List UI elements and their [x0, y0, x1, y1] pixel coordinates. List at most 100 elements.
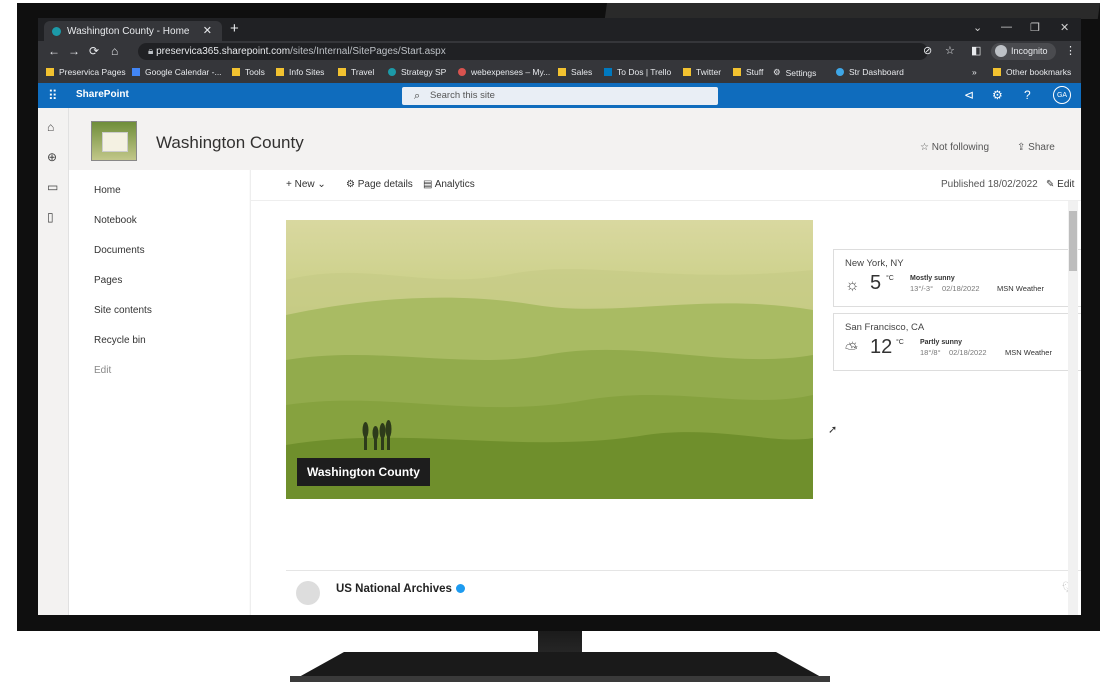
incognito-badge[interactable]: Incognito	[991, 43, 1056, 60]
follow-button[interactable]: ☆ Not following	[920, 142, 989, 153]
site-header: Washington County ☆ Not following ⇪ Shar…	[69, 108, 1081, 170]
nav-edit-link[interactable]: Edit	[94, 365, 111, 376]
nav-item-recycle-bin[interactable]: Recycle bin	[94, 335, 146, 346]
monitor-stand-edge	[290, 676, 830, 682]
bookmark-item[interactable]: webexpenses – My...	[458, 67, 550, 77]
folder-icon	[993, 68, 1001, 76]
url-input[interactable]: 🔒︎ preservica365.sharepoint.com/sites/In…	[138, 43, 928, 60]
analytics-icon: ▤	[423, 179, 435, 190]
bookmark-item[interactable]: Travel	[338, 67, 374, 77]
bookmark-item[interactable]: To Dos | Trello	[604, 67, 671, 77]
sidepanel-icon[interactable]: ◧	[971, 44, 981, 57]
minimize-button[interactable]: —	[1001, 21, 1012, 33]
reload-icon[interactable]: ⟳	[89, 44, 99, 58]
news-icon[interactable]: ▭	[47, 180, 58, 194]
restore-button[interactable]: ❐	[1030, 21, 1040, 34]
plus-icon: +	[286, 179, 295, 190]
weather-source: MSN Weather	[997, 284, 1044, 293]
page-canvas: + New ⌄ ⚙ Page details ▤ Analytics Publi…	[250, 170, 1081, 615]
sharepoint-suite-bar: ⠿ SharePoint ⌕ Search this site ⊲ ⚙ ? GA	[38, 83, 1081, 108]
weather-date: 02/18/2022	[942, 284, 980, 293]
bookmark-item[interactable]: ⚙ Settings	[773, 67, 816, 78]
tab-search-icon[interactable]: ⌄	[973, 21, 982, 34]
weather-source: MSN Weather	[1005, 348, 1052, 357]
folder-icon	[276, 68, 284, 76]
page-details-button[interactable]: ⚙ Page details	[346, 179, 413, 190]
tab-title: Washington County - Home	[67, 25, 190, 37]
weather-date: 02/18/2022	[949, 348, 987, 357]
bookmark-item[interactable]: Google Calendar -...	[132, 67, 222, 77]
nav-item-pages[interactable]: Pages	[94, 275, 122, 286]
hero-image[interactable]: Washington County	[286, 220, 813, 499]
edit-page-button[interactable]: ✎ Edit	[1046, 179, 1074, 190]
twitter-feed[interactable]: US National Archives 🐦︎	[286, 570, 1081, 615]
archives-avatar[interactable]	[296, 581, 320, 605]
bookmark-item[interactable]: Preservica Pages	[46, 67, 126, 77]
incognito-label: Incognito	[1011, 46, 1048, 56]
gear-icon: ⚙	[346, 179, 358, 190]
new-button[interactable]: + New ⌄	[286, 179, 326, 190]
app-name[interactable]: SharePoint	[76, 89, 129, 100]
bookmark-item[interactable]: Str Dashboard	[836, 67, 904, 77]
home-icon[interactable]: ⌂	[111, 44, 118, 58]
hero-title[interactable]: Washington County	[297, 458, 430, 486]
browser-tab-bar: Washington County - Home ✕ + ⌄ — ❐ ✕	[38, 18, 1081, 41]
bookmark-item[interactable]: Stuff	[733, 67, 763, 77]
bookmark-item[interactable]: Info Sites	[276, 67, 324, 77]
bookmarks-bar: Preservica Pages Google Calendar -... To…	[38, 63, 1081, 83]
weather-temp: 12	[870, 336, 893, 358]
browser-tab[interactable]: Washington County - Home ✕	[44, 21, 222, 41]
calendar-icon	[132, 68, 140, 76]
bookmark-item[interactable]: Twitter	[683, 67, 721, 77]
weather-range: 18°/8°	[920, 348, 941, 357]
chrome-menu-icon[interactable]: ⋮	[1065, 44, 1076, 57]
feed-account-name[interactable]: US National Archives	[336, 583, 465, 595]
monitor-gloss	[604, 3, 1100, 19]
url-host: preservica365.sharepoint.com	[156, 46, 291, 57]
more-bookmarks-icon[interactable]: »	[972, 67, 977, 77]
weather-condition: Mostly sunny	[910, 275, 955, 282]
weather-city: San Francisco, CA	[845, 322, 925, 333]
webexpenses-icon	[458, 68, 466, 76]
forward-icon[interactable]: →	[68, 44, 80, 58]
weather-card[interactable]: New York, NY ☼ 5 °C Mostly sunny 13°/-3°…	[833, 249, 1081, 307]
address-bar-row: ← → ⟳ ⌂ 🔒︎ preservica365.sharepoint.com/…	[38, 41, 1081, 63]
partly-sunny-icon: ⛅︎	[845, 341, 858, 358]
nav-item-home[interactable]: Home	[94, 185, 121, 196]
other-bookmarks[interactable]: Other bookmarks	[993, 67, 1071, 77]
nav-item-documents[interactable]: Documents	[94, 245, 145, 256]
folder-icon	[683, 68, 691, 76]
user-avatar[interactable]: GA	[1053, 86, 1071, 104]
new-tab-button[interactable]: +	[230, 20, 239, 37]
megaphone-icon[interactable]: ⊲	[964, 88, 974, 102]
search-icon: ⌕	[414, 90, 421, 102]
incognito-icon	[995, 45, 1007, 57]
file-icon[interactable]: ▯	[47, 210, 54, 224]
weather-card[interactable]: San Francisco, CA ⛅︎ 12 °C Partly sunny …	[833, 313, 1081, 371]
bookmark-item[interactable]: Tools	[232, 67, 265, 77]
share-button[interactable]: ⇪ Share	[1017, 142, 1055, 153]
help-icon[interactable]: ?	[1024, 88, 1031, 102]
site-search-input[interactable]: ⌕ Search this site	[402, 87, 718, 105]
mouse-cursor-icon: ➚	[828, 424, 838, 436]
weather-condition: Partly sunny	[920, 339, 963, 346]
close-window-button[interactable]: ✕	[1060, 21, 1069, 34]
nav-item-site-contents[interactable]: Site contents	[94, 305, 152, 316]
site-title[interactable]: Washington County	[156, 133, 304, 153]
search-placeholder: Search this site	[430, 90, 495, 101]
close-tab-icon[interactable]: ✕	[203, 24, 212, 37]
home-rail-icon[interactable]: ⌂	[47, 120, 54, 134]
analytics-button[interactable]: ▤ Analytics	[423, 179, 475, 190]
nav-item-notebook[interactable]: Notebook	[94, 215, 137, 226]
bookmark-item[interactable]: Sales	[558, 67, 592, 77]
bookmark-star-icon[interactable]: ☆	[945, 44, 955, 57]
scrollbar-thumb[interactable]	[1069, 211, 1077, 271]
tracking-icon[interactable]: ⊘	[923, 44, 932, 57]
site-logo[interactable]	[91, 121, 137, 161]
globe-icon[interactable]: ⊕	[47, 150, 57, 164]
back-icon[interactable]: ←	[48, 44, 60, 58]
app-launcher-icon[interactable]: ⠿	[48, 88, 58, 104]
bookmark-item[interactable]: Strategy SP	[388, 67, 446, 77]
settings-gear-icon[interactable]: ⚙	[992, 88, 1003, 102]
page-scrollbar[interactable]	[1068, 201, 1078, 615]
